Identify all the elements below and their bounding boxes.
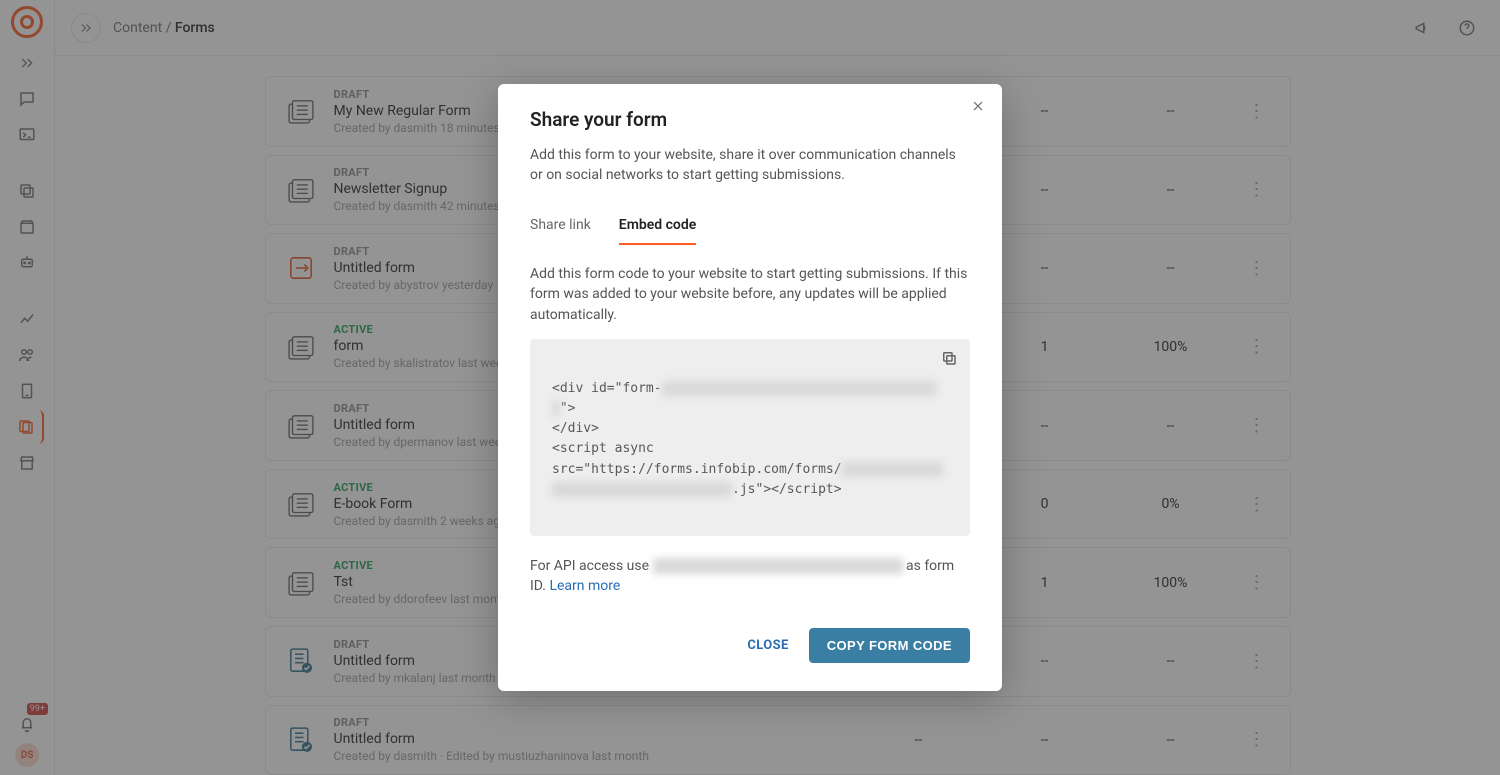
copy-code-icon[interactable]	[940, 349, 958, 367]
tab-embed-code[interactable]: Embed code	[619, 209, 696, 245]
api-hint: For API access use xxxxxxxxxxxxxxxxxxxxx…	[530, 556, 970, 597]
close-icon[interactable]	[970, 98, 986, 114]
obscured-api-id: xxxxxxxxxxxxxxxxxxxxxxxxxxxxxxxxxxxx	[653, 558, 903, 574]
close-button[interactable]: CLOSE	[747, 638, 788, 653]
copy-form-code-button[interactable]: COPY FORM CODE	[809, 628, 970, 663]
modal-tabs: Share link Embed code	[530, 209, 970, 246]
share-form-modal: Share your form Add this form to your we…	[498, 84, 1002, 692]
embed-code-box: <div id="form-xxxxxxxxxxxxxxxxxxxxxxxxxx…	[530, 339, 970, 536]
tab-description: Add this form code to your website to st…	[530, 264, 970, 325]
modal-description: Add this form to your website, share it …	[530, 145, 970, 186]
learn-more-link[interactable]: Learn more	[549, 578, 620, 594]
modal-title: Share your form	[530, 108, 970, 131]
tab-share-link[interactable]: Share link	[530, 209, 591, 245]
